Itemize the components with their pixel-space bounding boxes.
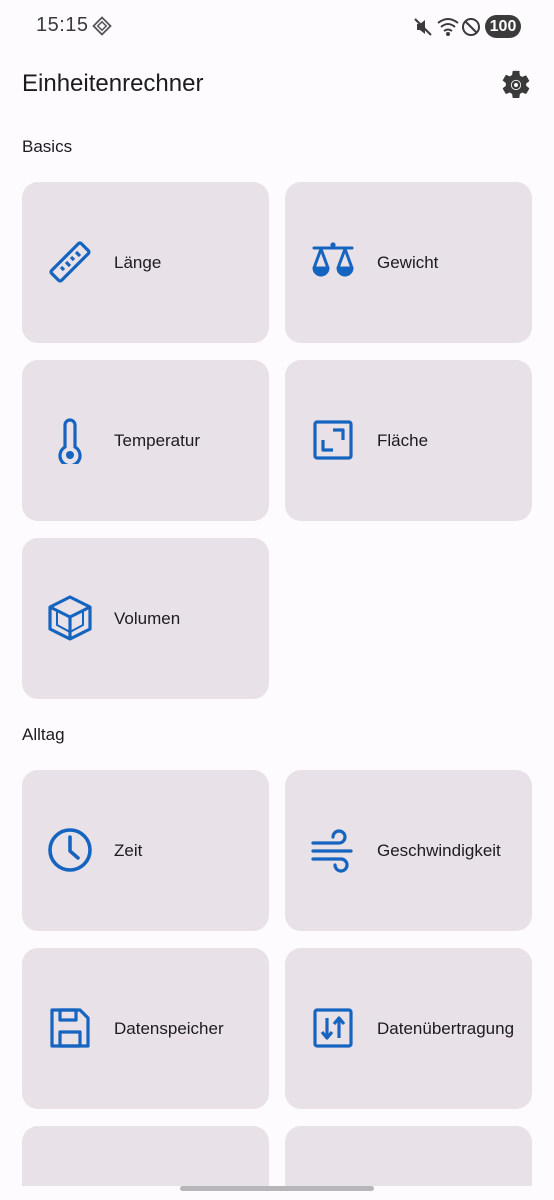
section-title-alltag: Alltag [22,725,65,744]
mute-icon [414,18,432,36]
status-time: 15:15 [36,14,89,36]
section-title-basics: Basics [22,137,73,156]
ruler-icon [49,241,91,283]
tile-partial-left[interactable] [22,1126,269,1186]
tile-label: Gewicht [377,252,439,272]
do-not-disturb-icon [462,18,480,36]
app-notification-icon [92,16,112,36]
tile-flaeche[interactable]: Fläche [285,360,532,521]
gesture-navigation-bar[interactable] [180,1186,374,1191]
tile-label: Geschwindigkeit [377,840,501,860]
tile-label: Datenübertragung [377,1018,515,1038]
tile-geschwindigkeit[interactable]: Geschwindigkeit [285,770,532,931]
battery-indicator: 100 [485,15,521,38]
tile-temperatur[interactable]: Temperatur [22,360,269,521]
transfer-arrows-icon [313,1008,353,1048]
clock-icon [48,828,92,872]
tile-zeit[interactable]: Zeit [22,770,269,931]
tile-label: Zeit [114,840,143,860]
tile-laenge[interactable]: Länge [22,182,269,343]
tile-partial-right[interactable] [285,1126,532,1186]
tile-label: Datenspeicher [114,1018,224,1038]
thermometer-icon [58,418,82,464]
tile-datenspeicher[interactable]: Datenspeicher [22,948,269,1109]
wifi-icon [437,18,459,36]
tile-gewicht[interactable]: Gewicht [285,182,532,343]
tile-label: Volumen [114,608,181,628]
app-title: Einheitenrechner [22,70,204,97]
tile-label: Temperatur [114,430,200,450]
tile-label: Länge [114,252,162,272]
tile-label: Fläche [377,430,429,450]
cube-icon [48,595,92,641]
status-bar: 15:15 100 [0,0,554,54]
floppy-disk-icon [50,1008,90,1048]
tile-volumen[interactable]: Volumen [22,538,269,699]
scale-icon [312,242,354,277]
gear-icon[interactable] [499,68,533,102]
wind-icon [311,829,353,873]
tile-datenuebertragung[interactable]: Datenübertragung [285,948,532,1109]
area-icon [313,420,353,460]
